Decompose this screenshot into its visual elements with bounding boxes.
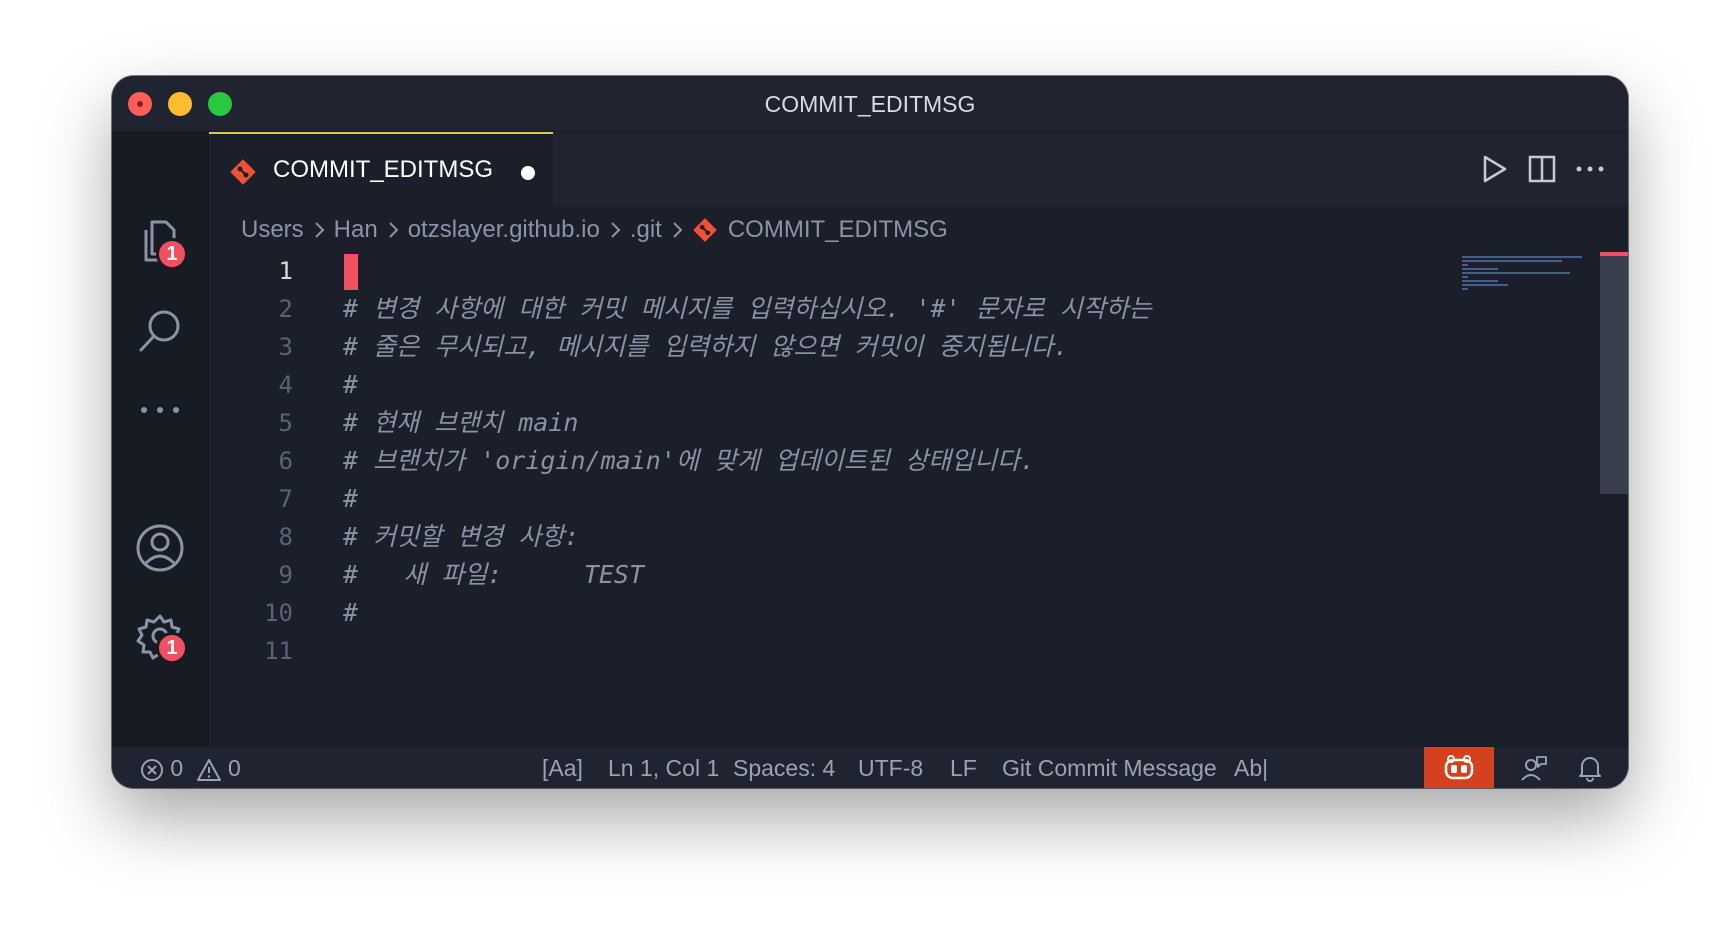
title-bar: COMMIT_EDITMSG: [112, 76, 1628, 132]
more-icon: [141, 407, 179, 413]
explorer-badge: 1: [156, 238, 188, 270]
problems-indicator[interactable]: 0 0: [140, 747, 241, 788]
error-icon: [141, 758, 163, 781]
line-text: # 줄은 무시되고, 메시지를 입력하지 않으면 커밋이 중지됩니다.: [343, 332, 1069, 361]
line-number: 5: [278, 409, 293, 437]
line-number: 8: [278, 523, 293, 551]
tab-label: COMMIT_EDITMSG: [273, 156, 493, 183]
more-views-button[interactable]: [132, 382, 188, 438]
notifications-button[interactable]: [1570, 747, 1610, 788]
search-button[interactable]: [132, 302, 188, 358]
editor-line[interactable]: 2 # 변경 사항에 대한 커밋 메시지를 입력하십시오. '#' 문자로 시작…: [209, 290, 1349, 328]
more-actions-button[interactable]: [1572, 151, 1608, 187]
git-icon: [230, 159, 256, 185]
line-text: # 현재 브랜치 main: [343, 408, 579, 437]
unsaved-dot-icon[interactable]: [521, 166, 535, 180]
editor-line[interactable]: 11: [209, 632, 1349, 670]
breadcrumb-item-users[interactable]: Users: [241, 216, 304, 244]
editor-line[interactable]: 3 # 줄은 무시되고, 메시지를 입력하지 않으면 커밋이 중지됩니다.: [209, 328, 1349, 366]
editor-line[interactable]: 4 #: [209, 366, 1349, 404]
editor-line[interactable]: 8 # 커밋할 변경 사항:: [209, 518, 1349, 556]
end-of-line[interactable]: LF: [950, 747, 977, 788]
warning-icon: [196, 758, 221, 781]
editor-line[interactable]: 7 #: [209, 480, 1349, 518]
cursor-position-marker: [1600, 252, 1628, 256]
split-icon: [1528, 155, 1556, 183]
ellipsis-icon: [1576, 166, 1604, 172]
editor-line[interactable]: 6 # 브랜치가 'origin/main'에 맞게 업데이트된 상태입니다.: [209, 442, 1349, 480]
accounts-button[interactable]: [132, 520, 188, 576]
feedback-button[interactable]: [1514, 747, 1554, 788]
breadcrumb: Users Han otzslayer.github.io .git COMMI…: [241, 208, 948, 252]
error-count: 0: [170, 755, 184, 781]
minimap[interactable]: [1462, 252, 1590, 292]
line-number: 3: [278, 333, 293, 361]
manage-button[interactable]: 1: [132, 608, 188, 664]
chevron-right-icon: [314, 222, 325, 238]
window-title: COMMIT_EDITMSG: [764, 91, 976, 117]
bell-icon: [1579, 757, 1601, 782]
editor-line[interactable]: 5 # 현재 브랜치 main: [209, 404, 1349, 442]
breadcrumb-item-git[interactable]: .git: [630, 216, 662, 244]
line-text: #: [343, 598, 359, 627]
person-feedback-icon: [1521, 756, 1547, 781]
line-number: 2: [278, 295, 293, 323]
breadcrumb-item-repo[interactable]: otzslayer.github.io: [408, 216, 600, 244]
breadcrumb-item-han[interactable]: Han: [334, 216, 378, 244]
account-icon: [136, 524, 184, 572]
line-number: 4: [278, 371, 293, 399]
chevron-right-icon: [673, 222, 683, 238]
line-number: 6: [278, 447, 293, 475]
explorer-button[interactable]: 1: [132, 214, 188, 270]
case-sensitivity[interactable]: [Aa]: [542, 747, 583, 788]
line-text: # 커밋할 변경 사항:: [343, 522, 580, 551]
editor-window: COMMIT_EDITMSG 1 1 COMMIT_EDITMSG Users …: [112, 76, 1628, 788]
indentation[interactable]: Spaces: 4: [733, 747, 835, 788]
run-button[interactable]: [1476, 151, 1512, 187]
play-icon: [1483, 155, 1507, 183]
language-mode[interactable]: Git Commit Message: [1002, 747, 1217, 788]
tab-bar: COMMIT_EDITMSG: [209, 132, 1628, 206]
line-text: #: [343, 484, 359, 513]
status-bar: 0 0 [Aa] Ln 1, Col 1 Spaces: 4 UTF-8 LF …: [112, 746, 1628, 788]
search-icon: [139, 310, 180, 352]
line-number: 7: [278, 485, 293, 513]
settings-badge: 1: [156, 632, 188, 664]
spell-check[interactable]: Ab|: [1234, 747, 1268, 788]
code-editor[interactable]: 1 2 # 변경 사항에 대한 커밋 메시지를 입력하십시오. '#' 문자로 …: [209, 252, 1349, 746]
line-number: 1: [278, 257, 293, 285]
split-editor-button[interactable]: [1524, 151, 1560, 187]
line-text: # 브랜치가 'origin/main'에 맞게 업데이트된 상태입니다.: [343, 446, 1036, 475]
chevron-right-icon: [611, 222, 621, 238]
copilot-button[interactable]: [1424, 747, 1494, 788]
line-number: 10: [264, 599, 293, 627]
line-text: #: [343, 370, 359, 399]
activity-bar: 1 1: [112, 132, 209, 746]
cursor-position[interactable]: Ln 1, Col 1: [608, 747, 719, 788]
editor-actions: [1448, 132, 1628, 206]
line-text: # 변경 사항에 대한 커밋 메시지를 입력하십시오. '#' 문자로 시작하는: [343, 294, 1152, 323]
editor-line[interactable]: 9 # 새 파일: TEST: [209, 556, 1349, 594]
text-cursor: [344, 254, 358, 290]
editor-line[interactable]: 10 #: [209, 594, 1349, 632]
line-number: 9: [278, 561, 293, 589]
warning-count: 0: [227, 755, 241, 781]
encoding[interactable]: UTF-8: [858, 747, 923, 788]
copilot-icon: [1444, 755, 1474, 780]
breadcrumb-item-file[interactable]: COMMIT_EDITMSG: [728, 216, 948, 244]
chevron-right-icon: [388, 222, 399, 238]
vertical-scrollbar[interactable]: [1600, 252, 1628, 494]
line-text: # 새 파일: TEST: [343, 560, 645, 589]
editor-line[interactable]: 1: [209, 252, 1349, 290]
tab-commit-editmsg[interactable]: COMMIT_EDITMSG: [209, 132, 553, 206]
line-number: 11: [264, 637, 293, 665]
git-icon: [693, 218, 717, 242]
